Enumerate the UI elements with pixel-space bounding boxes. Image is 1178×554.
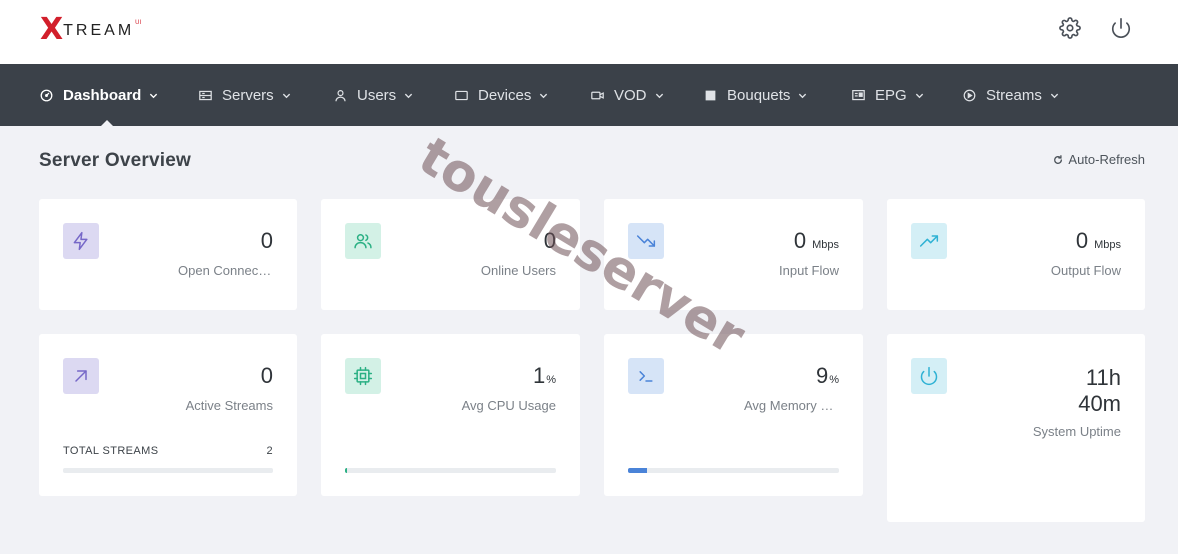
card-value: 0 Mbps [793, 228, 839, 253]
nav-label: VOD [614, 86, 647, 104]
trending-down-icon [628, 223, 664, 259]
card-label: Input Flow [779, 263, 839, 278]
memory-progress-fill [628, 468, 647, 473]
card-label: Online Users [480, 263, 556, 278]
total-streams-row: TOTAL STREAMS 2 [63, 445, 273, 457]
user-icon [335, 89, 346, 101]
nav-epg[interactable]: EPG [852, 64, 924, 126]
card-value: 0 [260, 228, 273, 253]
card-label: Active Streams [185, 398, 273, 413]
card-online-users: 0 Online Users [321, 199, 580, 310]
total-streams-label: TOTAL STREAMS [63, 445, 159, 457]
top-bar: X TREAM UI [0, 0, 1178, 64]
users-icon [345, 223, 381, 259]
chevron-down-icon [282, 93, 290, 98]
nav-label: Bouquets [727, 86, 791, 104]
chevron-down-icon [405, 93, 413, 98]
cpu-progress-fill [345, 468, 348, 473]
terminal-icon [628, 358, 664, 394]
auto-refresh-label: Auto-Refresh [1068, 152, 1145, 167]
card-value: 0 [543, 228, 556, 253]
nav-label: Devices [478, 86, 532, 104]
nav-servers[interactable]: Servers [199, 64, 291, 126]
card-value: 11h 40m [1078, 365, 1121, 416]
card-value: 9% [815, 363, 839, 388]
cpu-progress-bar [345, 468, 556, 473]
logo-text: TREAM [63, 22, 135, 39]
arrow-up-right-icon [63, 358, 99, 394]
gear-icon[interactable] [1059, 17, 1083, 41]
total-streams-bar [63, 468, 273, 473]
logo-x: X [40, 12, 63, 47]
total-streams-value: 2 [266, 445, 273, 457]
card-open-connections: 0 Open Connections [39, 199, 297, 310]
card-active-streams: 0 Active Streams TOTAL STREAMS 2 [39, 334, 297, 496]
card-system-uptime: 11h 40m System Uptime [887, 334, 1145, 522]
nav-bouquets[interactable]: Bouquets [704, 64, 807, 126]
nav-streams[interactable]: Streams [963, 64, 1059, 126]
dashboard-icon [40, 89, 53, 101]
page-title: Server Overview [39, 150, 191, 171]
power-icon [911, 358, 947, 394]
card-label: Output Flow [1050, 263, 1121, 278]
memory-progress-bar [628, 468, 839, 473]
refresh-icon [1054, 154, 1063, 164]
nav-vod[interactable]: VOD [591, 64, 664, 126]
bouquet-icon [705, 90, 716, 100]
nav-devices[interactable]: Devices [455, 64, 548, 126]
card-value: 0 Mbps [1075, 228, 1121, 253]
power-icon[interactable] [1110, 17, 1134, 41]
card-label: System Uptime [1032, 424, 1121, 439]
active-nav-caret [100, 120, 114, 127]
nav-label: Users [357, 86, 397, 104]
nav-dashboard[interactable]: Dashboard [40, 64, 158, 126]
card-output-flow: 0 Mbps Output Flow [887, 199, 1145, 310]
nav-label: Servers [222, 86, 274, 104]
nav-users[interactable]: Users [334, 64, 413, 126]
logo[interactable]: X TREAM UI [40, 12, 142, 47]
card-avg-cpu: 1% Avg CPU Usage [321, 334, 580, 496]
nav-label: EPG [875, 86, 907, 104]
device-icon [455, 90, 468, 100]
chevron-down-icon [540, 93, 548, 98]
chevron-down-icon [150, 93, 158, 98]
card-label: Avg CPU Usage [461, 398, 556, 413]
card-label: Avg Memory Usage [744, 398, 839, 413]
trending-up-icon [911, 223, 947, 259]
epg-icon [852, 89, 865, 100]
nav-label: Dashboard [63, 86, 142, 104]
main-nav: Dashboard Servers Users Devices VOD Bouq… [0, 64, 1178, 126]
chevron-down-icon [1050, 93, 1058, 98]
chevron-down-icon [915, 93, 923, 98]
card-label: Open Connections [178, 263, 273, 278]
nav-label: Streams [986, 86, 1042, 104]
card-avg-memory: 9% Avg Memory Usage [604, 334, 863, 496]
cpu-icon [345, 358, 381, 394]
server-icon [199, 90, 212, 100]
chevron-down-icon [655, 93, 663, 98]
logo-sup: UI [135, 20, 142, 26]
auto-refresh-button[interactable]: Auto-Refresh [1053, 152, 1145, 167]
card-input-flow: 0 Mbps Input Flow [604, 199, 863, 310]
card-value: 1% [532, 363, 556, 388]
video-icon [591, 91, 604, 99]
bolt-icon [63, 223, 99, 259]
play-icon [963, 89, 976, 101]
chevron-down-icon [799, 93, 807, 98]
card-value: 0 [260, 363, 273, 388]
